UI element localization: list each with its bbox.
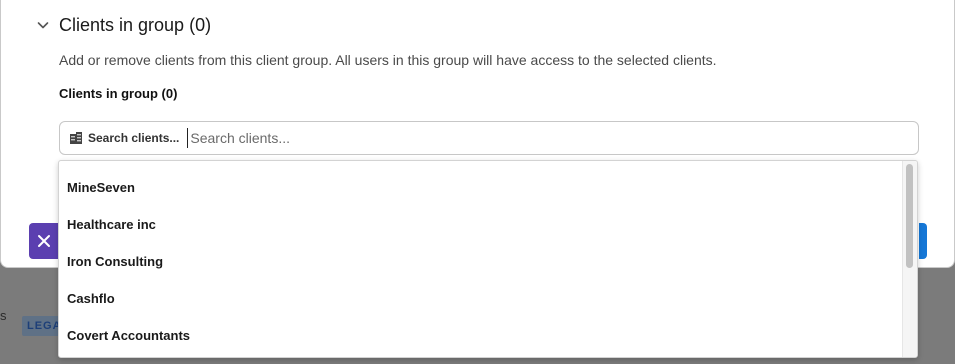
- cancel-button[interactable]: [29, 223, 59, 259]
- client-option-iron-consulting[interactable]: Iron Consulting: [59, 243, 917, 280]
- scrollbar-thumb[interactable]: [906, 164, 913, 268]
- chevron-down-icon[interactable]: [35, 17, 51, 33]
- client-search-box[interactable]: Search clients...: [59, 121, 919, 155]
- client-option-covert-accountants[interactable]: Covert Accountants: [59, 317, 917, 354]
- client-dropdown: MineSeven Healthcare inc Iron Consulting…: [58, 160, 918, 358]
- client-option-mineseven[interactable]: MineSeven: [59, 169, 917, 206]
- background-text: s: [0, 308, 7, 323]
- clients-field-label: Clients in group (0): [59, 86, 178, 101]
- building-icon: [70, 132, 82, 144]
- client-option-healthcare-inc[interactable]: Healthcare inc: [59, 206, 917, 243]
- section-description: Add or remove clients from this client g…: [59, 52, 717, 68]
- search-tag-label: Search clients...: [88, 131, 180, 145]
- close-icon: [38, 235, 50, 247]
- client-option-cashflo[interactable]: Cashflo: [59, 280, 917, 317]
- client-search-input[interactable]: [187, 128, 918, 148]
- client-list: MineSeven Healthcare inc Iron Consulting…: [59, 161, 917, 354]
- confirm-button[interactable]: [919, 223, 927, 259]
- dropdown-scrollbar[interactable]: [902, 161, 917, 357]
- section-title: Clients in group (0): [59, 14, 212, 35]
- section-header[interactable]: Clients in group (0): [35, 12, 211, 38]
